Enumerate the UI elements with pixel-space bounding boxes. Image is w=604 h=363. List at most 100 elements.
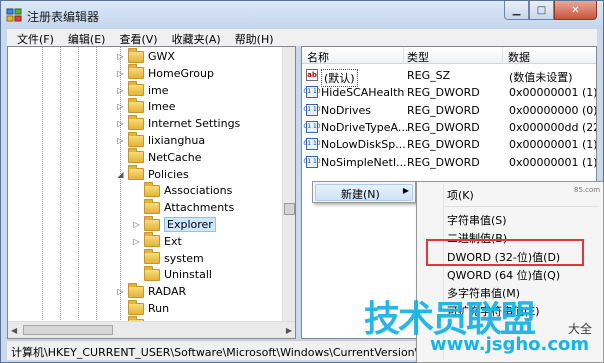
binary-value-icon: 01 10	[303, 103, 321, 116]
tree-item[interactable]: ▷ Internet Settings	[116, 114, 240, 132]
registry-tree-pane[interactable]: ▷ GWX ▷ HomeGroup ▷ ime ▷ Imee ▷ Internet Setting…	[7, 46, 296, 339]
tree-item[interactable]: ▷ Ext	[132, 232, 182, 250]
menu-edit[interactable]: 编辑(E)	[62, 29, 114, 46]
string-value-icon: ab	[306, 69, 318, 81]
binary-value-icon: 01 10	[303, 120, 321, 133]
scroll-right-icon[interactable]: ▶	[286, 326, 292, 335]
collapse-icon[interactable]: ◢	[116, 170, 125, 179]
table-row[interactable]: 01 10 HideSCAHealth REG_DWORD 0x00000001 (1…	[303, 84, 596, 101]
tree-item[interactable]: ▷ RADAR	[116, 282, 186, 300]
tree-item-label: ime	[148, 83, 169, 97]
minimize-button[interactable]: ▁	[504, 1, 529, 20]
tree-item-label: Uninstall	[164, 268, 212, 282]
menu-file[interactable]: 文件(F)	[11, 29, 62, 46]
folder-icon	[144, 181, 160, 197]
expand-icon[interactable]: ▷	[116, 69, 125, 78]
expand-icon[interactable]: ▷	[132, 220, 141, 229]
menu-bar: 文件(F) 编辑(E) 查看(V) 收藏夹(A) 帮助(H)	[7, 29, 597, 46]
tree-vertical-scrollbar[interactable]	[282, 47, 295, 321]
close-button[interactable]: ✕	[554, 1, 597, 20]
expand-icon[interactable]: ▷	[116, 136, 125, 145]
expand-icon[interactable]: ▷	[116, 86, 125, 95]
table-row[interactable]: 01 10 NoLowDiskSp... REG_DWORD 0x00000001 (…	[303, 136, 596, 153]
tree-item-label: Ext	[164, 234, 182, 248]
menu-help[interactable]: 帮助(H)	[229, 29, 282, 46]
expand-icon[interactable]: ▷	[116, 287, 125, 296]
dword-highlight-box	[426, 239, 584, 266]
value-data: (数值未设置)	[509, 71, 573, 84]
tree-item-label: Imee	[148, 100, 176, 114]
list-header: 名称 类型 数据	[302, 47, 596, 64]
value-name: NoDrives	[321, 103, 372, 117]
value-type: REG_DWORD	[407, 155, 480, 169]
table-row[interactable]: 01 10 NoSimpleNetI... REG_DWORD 0x00000001 …	[303, 154, 597, 171]
tree-item-label: NetCache	[148, 150, 202, 164]
table-row[interactable]: 01 10 NoDrives REG_DWORD 0x00000000 (0)	[303, 102, 597, 119]
tree-item[interactable]: Associations	[132, 181, 232, 199]
value-type: REG_DWORD	[407, 120, 480, 134]
submenu-item-key[interactable]: 项(K)	[447, 187, 474, 203]
value-name: NoDriveTypeA...	[321, 120, 409, 134]
tree-guide-line	[60, 47, 61, 338]
table-row[interactable]: ab (默认) REG_SZ (数值未设置)	[306, 67, 596, 87]
tree-item-label: lixianghua	[148, 134, 206, 147]
expand-icon	[132, 254, 141, 263]
value-type: REG_SZ	[407, 69, 451, 82]
tree-horizontal-scrollbar[interactable]: ◀ ▶	[8, 321, 295, 338]
title-bar[interactable]: 注册表编辑器 ▁ □ ✕	[1, 1, 603, 29]
tree-item-label: HomeGroup	[148, 66, 214, 80]
tree-item-label: system	[164, 251, 204, 265]
tree-item[interactable]: NetCache	[116, 148, 202, 166]
tree-item-label: Explorer	[164, 217, 216, 232]
window-title: 注册表编辑器	[27, 10, 100, 24]
expand-icon[interactable]: ▷	[116, 119, 125, 128]
menu-item-new[interactable]: 新建(N)	[341, 186, 380, 202]
tree-item[interactable]: Run	[116, 299, 169, 317]
column-name[interactable]: 名称	[307, 49, 329, 65]
tree-item-label: GWX	[148, 50, 175, 63]
tree-item[interactable]: ▷ Imee	[116, 97, 176, 115]
column-type[interactable]: 类型	[407, 49, 429, 65]
folder-icon	[144, 265, 160, 281]
tree-item[interactable]: ▷ lixianghua	[116, 131, 206, 149]
scroll-left-icon[interactable]: ◀	[11, 326, 17, 335]
folder-icon	[128, 131, 144, 147]
expand-icon[interactable]: ▷	[116, 102, 125, 111]
tree-hscroll-thumb[interactable]	[23, 325, 113, 335]
expand-icon	[132, 270, 141, 279]
tree-item[interactable]: Uninstall	[132, 265, 212, 283]
value-type: REG_DWORD	[407, 86, 480, 100]
submenu-item-string[interactable]: 字符串值(S)	[447, 212, 507, 228]
folder-icon	[144, 198, 160, 214]
folder-icon	[128, 64, 144, 80]
folder-icon	[144, 232, 160, 248]
watermark-tiny: 85.com	[574, 186, 601, 194]
tree-guide-line	[78, 47, 79, 338]
expand-icon[interactable]: ▷	[132, 237, 141, 246]
value-type: REG_DWORD	[407, 138, 480, 152]
maximize-button[interactable]: □	[529, 1, 554, 20]
tree-item[interactable]: system	[132, 249, 204, 267]
tree-item[interactable]: ▷ Explorer	[132, 215, 216, 233]
tree-item[interactable]: ▷ GWX	[116, 47, 175, 65]
value-data: 0x00000001 (1)	[509, 155, 597, 169]
folder-icon	[128, 97, 144, 113]
tree-scroll-thumb[interactable]	[284, 203, 295, 215]
tree-item[interactable]: ▷ ime	[116, 81, 169, 99]
table-row[interactable]: 01 10 NoDriveTypeA... REG_DWORD 0x000000dd …	[303, 119, 596, 136]
submenu-item-qword[interactable]: QWORD (64 位)值(Q)	[447, 267, 560, 283]
tree-item[interactable]: Attachments	[132, 198, 235, 216]
menu-view[interactable]: 查看(V)	[113, 29, 165, 46]
expand-icon	[132, 186, 141, 195]
folder-icon	[128, 47, 144, 63]
tree-item-label: Attachments	[164, 201, 235, 215]
value-data: 0x00000000 (0)	[509, 103, 597, 117]
tree-item[interactable]: ◢ Policies	[116, 165, 189, 183]
column-data[interactable]: 数据	[508, 49, 530, 65]
menu-favorites[interactable]: 收藏夹(A)	[166, 29, 229, 46]
expand-icon[interactable]: ▷	[116, 52, 125, 61]
tree-item[interactable]: ▷ HomeGroup	[116, 64, 214, 82]
binary-value-icon: 01 10	[303, 86, 321, 99]
folder-icon	[144, 215, 160, 231]
folder-icon	[128, 148, 144, 164]
